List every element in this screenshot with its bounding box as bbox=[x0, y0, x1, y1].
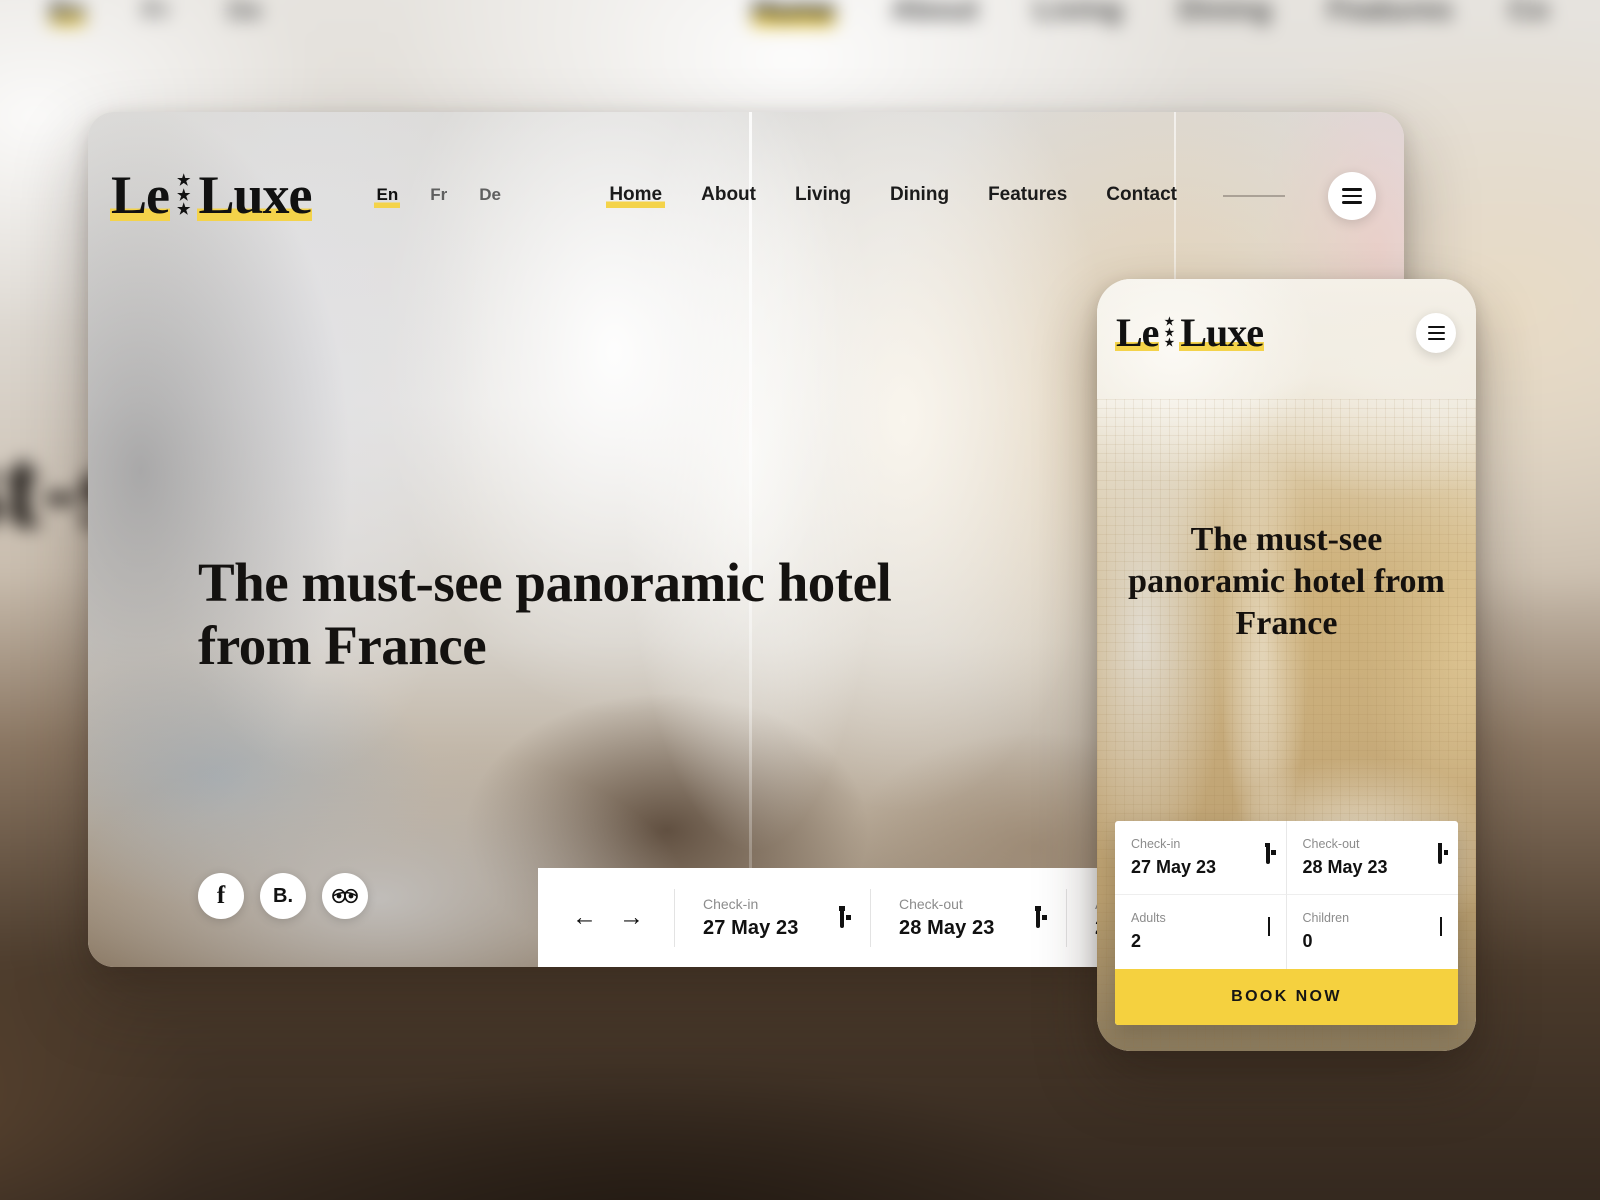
mobile-children-label: Children bbox=[1302, 911, 1350, 925]
slider-arrows: ← → bbox=[538, 905, 674, 930]
background-top-navigation: En Fr De Home About Living Dining Featur… bbox=[0, 0, 1549, 40]
desktop-header: Le ★ ★ ★ Luxe En Fr De Home About Living… bbox=[88, 112, 1404, 280]
nav-item-contact[interactable]: Contact bbox=[1103, 184, 1180, 208]
mobile-adults-field[interactable]: Adults 2 bbox=[1115, 895, 1287, 969]
tripadvisor-icon[interactable] bbox=[322, 873, 368, 919]
checkin-field[interactable]: Check-in 27 May 23 bbox=[674, 888, 870, 947]
mobile-checkout-field[interactable]: Check-out 28 May 23 bbox=[1286, 821, 1458, 895]
booking-com-icon[interactable]: B. bbox=[260, 873, 306, 919]
logo-stars-icon: ★ ★ ★ bbox=[177, 173, 191, 219]
main-navigation: Home About Living Dining Features Contac… bbox=[606, 172, 1376, 220]
nav-item-living[interactable]: Living bbox=[792, 184, 854, 208]
checkin-value: 27 May 23 bbox=[703, 916, 799, 939]
language-selector: En Fr De bbox=[374, 184, 503, 208]
language-option-de[interactable]: De bbox=[477, 185, 503, 208]
logo-star-1: ★ bbox=[177, 173, 191, 190]
mobile-checkin-value: 27 May 23 bbox=[1131, 857, 1217, 877]
logo-word-luxe: Luxe bbox=[197, 165, 312, 226]
mobile-checkin-calendar-icon[interactable] bbox=[1265, 843, 1270, 864]
background-language-selector: En Fr De bbox=[50, 0, 262, 26]
hero-headline: The must-see panoramic hotel from France bbox=[198, 552, 892, 676]
slider-prev-arrow-icon[interactable]: ← bbox=[572, 905, 597, 930]
background-nav-home: Home bbox=[752, 0, 836, 27]
checkin-calendar-icon[interactable] bbox=[840, 906, 844, 928]
facebook-icon[interactable]: f bbox=[198, 873, 244, 919]
background-nav-list: Home About Living Dining Features Co bbox=[752, 0, 1549, 27]
mobile-adults-label: Adults bbox=[1131, 911, 1166, 925]
mobile-checkout-label: Check-out bbox=[1302, 837, 1360, 851]
mobile-logo-word-le: Le bbox=[1115, 310, 1159, 355]
mobile-hamburger-menu-icon[interactable] bbox=[1416, 313, 1456, 353]
language-option-fr[interactable]: Fr bbox=[428, 185, 449, 208]
mobile-logo-word-luxe: Luxe bbox=[1179, 310, 1264, 355]
checkout-calendar-icon[interactable] bbox=[1036, 906, 1040, 928]
mobile-checkout-calendar-icon[interactable] bbox=[1438, 843, 1442, 864]
background-lang-de: De bbox=[227, 0, 263, 25]
hamburger-bar-1 bbox=[1342, 188, 1362, 191]
social-links: f B. bbox=[198, 873, 368, 919]
mobile-children-field[interactable]: Children 0 bbox=[1287, 895, 1459, 969]
mobile-adults-chevron-up-icon[interactable] bbox=[1267, 917, 1270, 937]
mobile-adults-value: 2 bbox=[1131, 931, 1142, 951]
mobile-booking-grid: Check-in 27 May 23 Check-out 28 May 23 A… bbox=[1115, 821, 1458, 969]
background-nav-living: Living bbox=[1034, 0, 1123, 26]
mobile-children-chevron-up-icon[interactable] bbox=[1440, 917, 1442, 937]
background-nav-features: Features bbox=[1327, 0, 1453, 26]
checkin-label: Check-in bbox=[703, 895, 759, 912]
nav-divider-rule bbox=[1223, 195, 1285, 197]
mobile-logo[interactable]: Le ★ ★ ★ Luxe bbox=[1115, 310, 1264, 355]
logo-star-2: ★ bbox=[177, 187, 191, 204]
background-nav-about: About bbox=[891, 0, 979, 26]
nav-item-features[interactable]: Features bbox=[985, 184, 1070, 208]
checkout-field[interactable]: Check-out 28 May 23 bbox=[870, 888, 1066, 947]
logo[interactable]: Le ★ ★ ★ Luxe bbox=[110, 165, 312, 226]
book-now-button[interactable]: BOOK NOW bbox=[1115, 969, 1458, 1025]
checkout-value: 28 May 23 bbox=[899, 916, 995, 939]
hamburger-bar-2 bbox=[1342, 194, 1362, 198]
nav-item-home[interactable]: Home bbox=[606, 184, 666, 208]
background-nav-dining: Dining bbox=[1178, 0, 1272, 26]
slider-next-arrow-icon[interactable]: → bbox=[619, 905, 644, 930]
background-lang-fr: Fr bbox=[142, 0, 170, 25]
mobile-hero-headline: The must-see panoramic hotel from France bbox=[1128, 521, 1445, 643]
mobile-hamburger-bar-1 bbox=[1427, 326, 1445, 329]
mobile-hamburger-bar-2 bbox=[1427, 331, 1445, 335]
mobile-checkout-value: 28 May 23 bbox=[1302, 857, 1388, 877]
mobile-logo-star-3: ★ bbox=[1164, 337, 1175, 350]
background-nav-contact: Co bbox=[1508, 0, 1549, 26]
mobile-header: Le ★ ★ ★ Luxe bbox=[1097, 279, 1476, 387]
logo-word-le: Le bbox=[110, 165, 170, 226]
hamburger-bar-3 bbox=[1342, 201, 1362, 204]
mobile-hamburger-bar-3 bbox=[1427, 337, 1445, 340]
checkout-label: Check-out bbox=[899, 895, 963, 912]
mobile-logo-stars-icon: ★ ★ ★ bbox=[1164, 317, 1174, 349]
hamburger-menu-icon[interactable] bbox=[1328, 172, 1376, 220]
mobile-children-value: 0 bbox=[1302, 931, 1313, 951]
nav-item-about[interactable]: About bbox=[698, 184, 759, 208]
mobile-checkin-field[interactable]: Check-in 27 May 23 bbox=[1115, 821, 1287, 895]
language-option-en[interactable]: En bbox=[374, 184, 401, 208]
mobile-booking-panel: Check-in 27 May 23 Check-out 28 May 23 A… bbox=[1115, 821, 1458, 1025]
mobile-checkin-label: Check-in bbox=[1131, 837, 1181, 851]
nav-item-dining[interactable]: Dining bbox=[887, 184, 952, 208]
logo-star-3: ★ bbox=[177, 202, 191, 219]
mobile-preview-card: Le ★ ★ ★ Luxe The must-see panoramic hot… bbox=[1097, 279, 1476, 1051]
background-lang-en: En bbox=[50, 0, 85, 26]
